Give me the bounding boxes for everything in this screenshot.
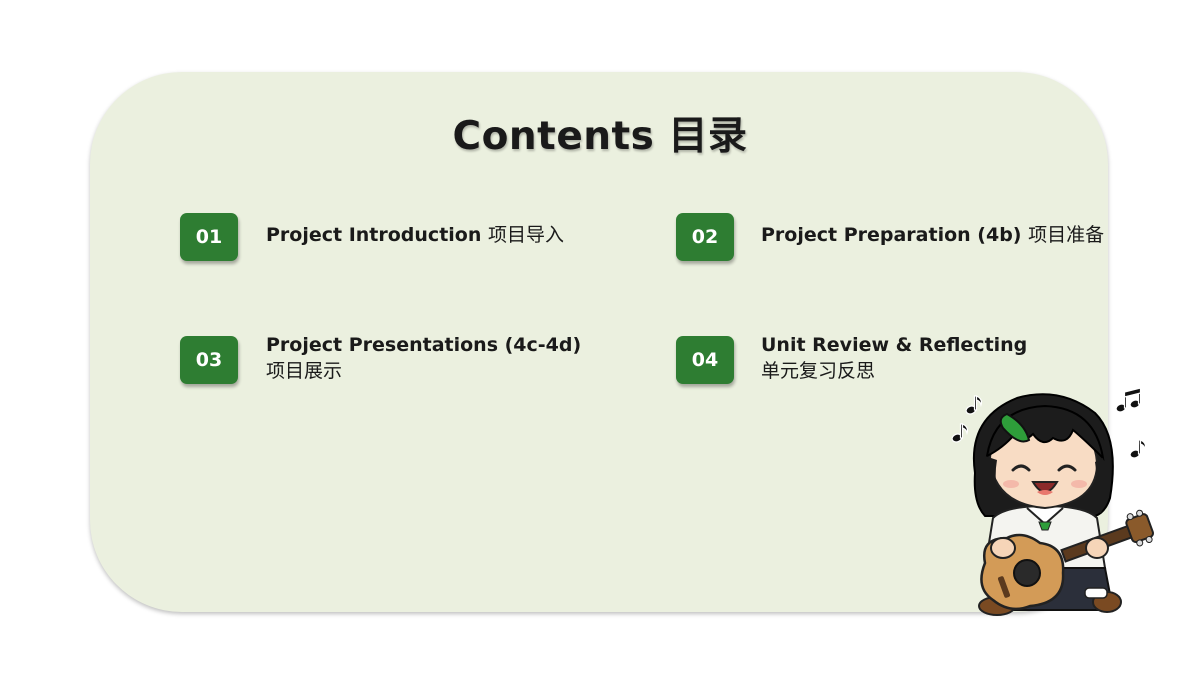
item-number-badge-01: 01 <box>180 213 238 261</box>
item-label-en: Unit Review & Reflecting <box>761 334 1028 356</box>
item-label-zh: 项目准备 <box>1028 224 1105 246</box>
page-title: Contents 目录 <box>452 114 748 159</box>
contents-slide: Contents 目录 01 Project Introduction 项目导入… <box>0 0 1200 675</box>
item-label-en: Project Introduction <box>266 224 482 246</box>
item-label-en: Project Presentations (4c-4d) <box>266 334 582 356</box>
item-label-en: Project Preparation (4b) <box>761 224 1022 246</box>
item-label-02[interactable]: Project Preparation (4b) 项目准备 <box>761 222 1104 248</box>
item-number-badge-04: 04 <box>676 336 734 384</box>
item-label-zh: 项目导入 <box>488 224 565 246</box>
item-number-badge-03: 03 <box>180 336 238 384</box>
guitar-girl-illustration <box>951 387 1154 616</box>
item-label-03[interactable]: Project Presentations (4c-4d) 项目展示 <box>266 332 581 384</box>
item-label-01[interactable]: Project Introduction 项目导入 <box>266 222 564 248</box>
item-label-04[interactable]: Unit Review & Reflecting 单元复习反思 <box>761 332 1027 384</box>
item-label-zh: 项目展示 <box>266 360 343 382</box>
item-number-badge-02: 02 <box>676 213 734 261</box>
